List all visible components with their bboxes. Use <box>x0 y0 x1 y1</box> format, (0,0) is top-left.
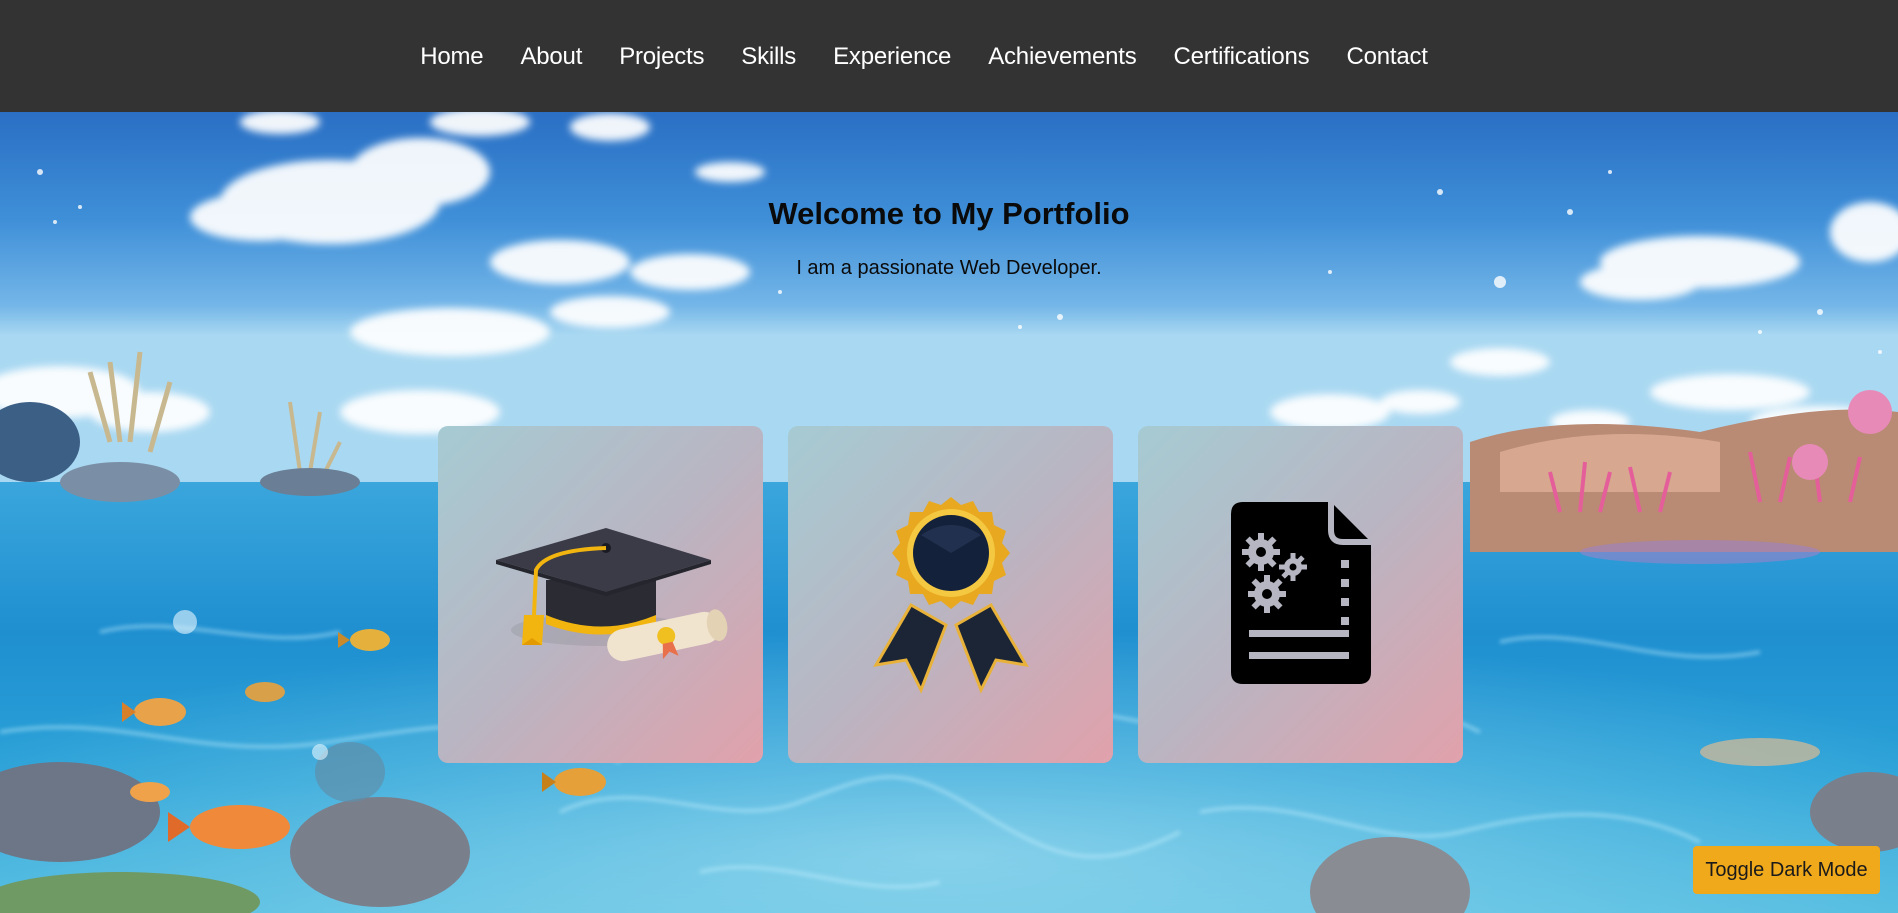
achievement-card[interactable] <box>788 426 1113 763</box>
education-card[interactable] <box>438 426 763 763</box>
nav-link-home[interactable]: Home <box>402 43 502 71</box>
document-settings-icon <box>1230 502 1371 684</box>
nav-link-achievements[interactable]: Achievements <box>970 43 1155 71</box>
top-navbar: Home About Projects Skills Experience Ac… <box>0 0 1898 112</box>
certification-card[interactable] <box>1138 426 1463 763</box>
graduation-cap-icon <box>495 527 727 661</box>
nav-link-about[interactable]: About <box>502 43 601 71</box>
toggle-dark-mode-button[interactable]: Toggle Dark Mode <box>1693 846 1880 894</box>
page-subtitle: I am a passionate Web Developer. <box>796 257 1102 279</box>
nav-link-projects[interactable]: Projects <box>601 43 723 71</box>
nav-links: Home About Projects Skills Experience Ac… <box>402 41 1447 71</box>
feature-cards <box>438 426 1463 763</box>
nav-link-certifications[interactable]: Certifications <box>1155 43 1328 71</box>
award-ribbon-icon <box>872 496 1029 694</box>
nav-link-contact[interactable]: Contact <box>1328 43 1446 71</box>
nav-link-skills[interactable]: Skills <box>723 43 815 71</box>
nav-link-experience[interactable]: Experience <box>815 43 970 71</box>
page-title: Welcome to My Portfolio <box>768 196 1130 231</box>
